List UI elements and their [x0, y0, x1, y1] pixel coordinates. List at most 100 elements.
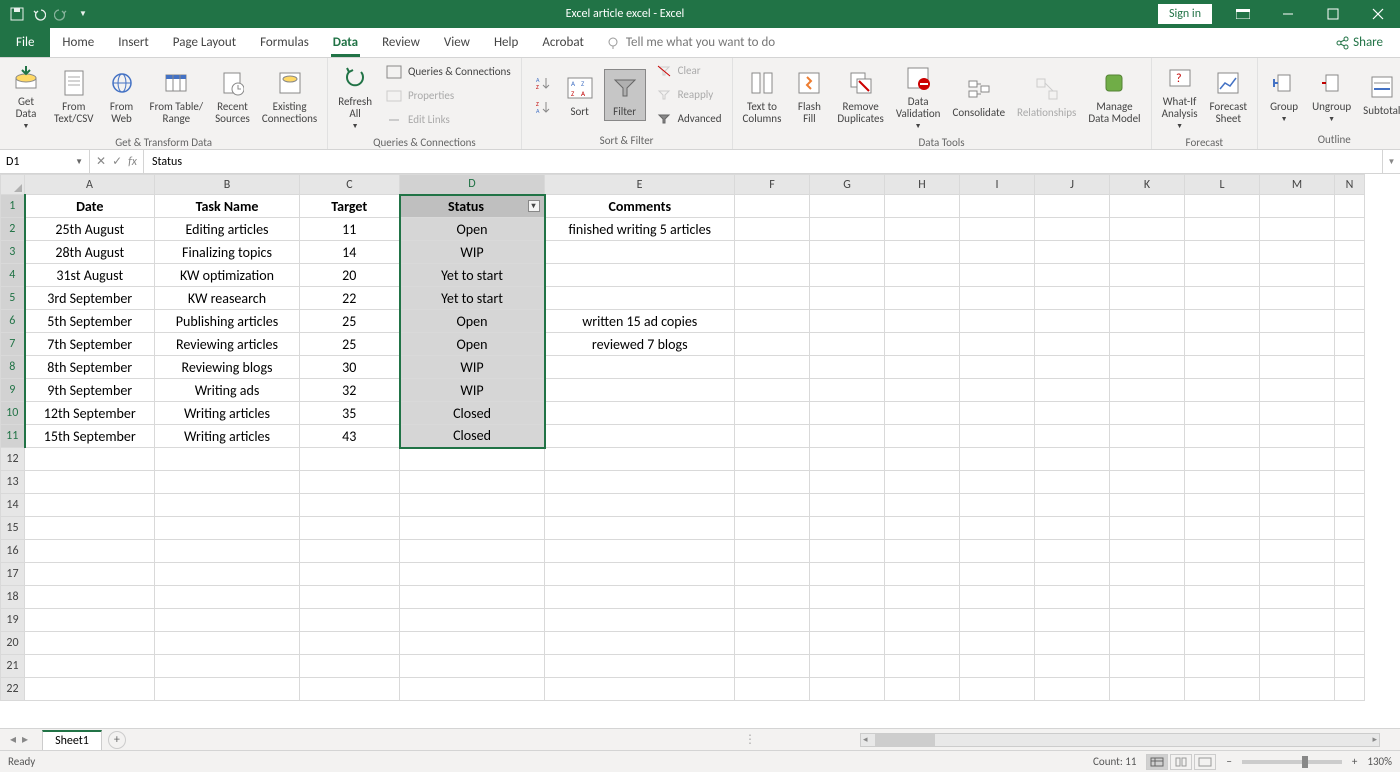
- cell-A18[interactable]: [25, 586, 155, 609]
- cell-C16[interactable]: [300, 540, 400, 563]
- cell-E3[interactable]: [545, 241, 735, 264]
- cell-D21[interactable]: [400, 655, 545, 678]
- column-header-H[interactable]: H: [885, 175, 960, 195]
- cell-B7[interactable]: Reviewing articles: [155, 333, 300, 356]
- cell-G7[interactable]: [810, 333, 885, 356]
- cell-I15[interactable]: [960, 517, 1035, 540]
- share-button[interactable]: Share: [1326, 28, 1392, 57]
- cell-M4[interactable]: [1260, 264, 1335, 287]
- view-normal-button[interactable]: [1146, 754, 1168, 770]
- cell-C8[interactable]: 30: [300, 356, 400, 379]
- cell-J21[interactable]: [1035, 655, 1110, 678]
- column-header-I[interactable]: I: [960, 175, 1035, 195]
- cell-M22[interactable]: [1260, 678, 1335, 701]
- cell-G11[interactable]: [810, 425, 885, 448]
- close-icon[interactable]: [1355, 0, 1400, 28]
- zoom-slider[interactable]: [1242, 760, 1342, 764]
- cell-H10[interactable]: [885, 402, 960, 425]
- formula-expand-icon[interactable]: ▼: [1382, 150, 1400, 173]
- cell-N2[interactable]: [1335, 218, 1365, 241]
- cell-J5[interactable]: [1035, 287, 1110, 310]
- recent-sources-button[interactable]: Recent Sources: [211, 65, 254, 127]
- cell-D17[interactable]: [400, 563, 545, 586]
- cell-D4[interactable]: Yet to start: [400, 264, 545, 287]
- cell-A1[interactable]: Date: [25, 195, 155, 218]
- cell-N5[interactable]: [1335, 287, 1365, 310]
- cell-K8[interactable]: [1110, 356, 1185, 379]
- cell-L18[interactable]: [1185, 586, 1260, 609]
- cell-A12[interactable]: [25, 448, 155, 471]
- cell-D3[interactable]: WIP: [400, 241, 545, 264]
- relationships-button[interactable]: Relationships: [1013, 71, 1080, 121]
- cell-B3[interactable]: Finalizing topics: [155, 241, 300, 264]
- cell-C3[interactable]: 14: [300, 241, 400, 264]
- cell-L6[interactable]: [1185, 310, 1260, 333]
- cell-D8[interactable]: WIP: [400, 356, 545, 379]
- cell-L12[interactable]: [1185, 448, 1260, 471]
- cell-A7[interactable]: 7th September: [25, 333, 155, 356]
- cell-I11[interactable]: [960, 425, 1035, 448]
- cell-J19[interactable]: [1035, 609, 1110, 632]
- cell-I9[interactable]: [960, 379, 1035, 402]
- edit-links-button[interactable]: Edit Links: [380, 109, 515, 131]
- group-button[interactable]: Group▼: [1264, 65, 1304, 125]
- cell-A21[interactable]: [25, 655, 155, 678]
- cell-M14[interactable]: [1260, 494, 1335, 517]
- cell-D1[interactable]: Status▾: [400, 195, 545, 218]
- cancel-icon[interactable]: ✕: [96, 154, 106, 169]
- cell-B11[interactable]: Writing articles: [155, 425, 300, 448]
- cell-K14[interactable]: [1110, 494, 1185, 517]
- cell-I22[interactable]: [960, 678, 1035, 701]
- cell-D18[interactable]: [400, 586, 545, 609]
- cell-D16[interactable]: [400, 540, 545, 563]
- cell-I16[interactable]: [960, 540, 1035, 563]
- cell-N8[interactable]: [1335, 356, 1365, 379]
- cell-M12[interactable]: [1260, 448, 1335, 471]
- horizontal-scrollbar[interactable]: ◂▸: [860, 733, 1380, 747]
- sort-az-button[interactable]: AZ: [528, 72, 556, 94]
- cell-K20[interactable]: [1110, 632, 1185, 655]
- cell-L8[interactable]: [1185, 356, 1260, 379]
- cell-D20[interactable]: [400, 632, 545, 655]
- cell-M15[interactable]: [1260, 517, 1335, 540]
- cell-I14[interactable]: [960, 494, 1035, 517]
- cell-D7[interactable]: Open: [400, 333, 545, 356]
- row-header[interactable]: 6: [1, 310, 25, 333]
- cell-L21[interactable]: [1185, 655, 1260, 678]
- cell-I8[interactable]: [960, 356, 1035, 379]
- cell-I10[interactable]: [960, 402, 1035, 425]
- cell-A9[interactable]: 9th September: [25, 379, 155, 402]
- cell-F12[interactable]: [735, 448, 810, 471]
- cell-J8[interactable]: [1035, 356, 1110, 379]
- cell-E2[interactable]: finished writing 5 articles: [545, 218, 735, 241]
- cell-H15[interactable]: [885, 517, 960, 540]
- tab-page-layout[interactable]: Page Layout: [161, 28, 248, 57]
- save-icon[interactable]: [8, 5, 26, 23]
- cell-K11[interactable]: [1110, 425, 1185, 448]
- refresh-all-button[interactable]: Refresh All▼: [334, 60, 376, 132]
- row-header[interactable]: 17: [1, 563, 25, 586]
- remove-duplicates-button[interactable]: Remove Duplicates: [833, 65, 887, 127]
- cell-E14[interactable]: [545, 494, 735, 517]
- cell-L13[interactable]: [1185, 471, 1260, 494]
- cell-B17[interactable]: [155, 563, 300, 586]
- cell-L1[interactable]: [1185, 195, 1260, 218]
- cell-F14[interactable]: [735, 494, 810, 517]
- cell-J15[interactable]: [1035, 517, 1110, 540]
- cell-K2[interactable]: [1110, 218, 1185, 241]
- cell-M19[interactable]: [1260, 609, 1335, 632]
- from-web-button[interactable]: From Web: [102, 65, 142, 127]
- cell-F19[interactable]: [735, 609, 810, 632]
- cell-J6[interactable]: [1035, 310, 1110, 333]
- cell-C2[interactable]: 11: [300, 218, 400, 241]
- cell-E17[interactable]: [545, 563, 735, 586]
- row-header[interactable]: 11: [1, 425, 25, 448]
- cell-G6[interactable]: [810, 310, 885, 333]
- cell-L9[interactable]: [1185, 379, 1260, 402]
- cell-M1[interactable]: [1260, 195, 1335, 218]
- cell-K16[interactable]: [1110, 540, 1185, 563]
- cell-M18[interactable]: [1260, 586, 1335, 609]
- formula-input[interactable]: Status: [144, 150, 1382, 173]
- cell-F20[interactable]: [735, 632, 810, 655]
- fx-icon[interactable]: fx: [128, 155, 137, 169]
